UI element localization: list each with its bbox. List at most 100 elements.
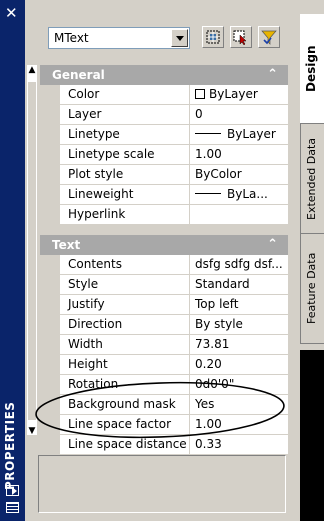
property-value[interactable]: ByLayer — [192, 125, 288, 144]
property-name: Height — [62, 355, 190, 374]
property-value[interactable]: ByLayer — [192, 85, 288, 104]
property-value-text: ByLayer — [209, 87, 258, 101]
property-name: Lineweight — [62, 185, 190, 204]
row-gutter — [40, 335, 60, 355]
property-row[interactable]: Height 0.20 — [40, 355, 288, 375]
row-gutter — [40, 415, 60, 435]
property-value[interactable]: 73.81 — [192, 335, 288, 354]
toggle-pickadd-icon — [206, 30, 220, 44]
property-value[interactable]: Top left — [192, 295, 288, 314]
select-objects-button[interactable] — [230, 26, 252, 48]
category-label: General — [52, 68, 105, 82]
scroll-down-icon[interactable]: ▼ — [27, 425, 37, 437]
property-row[interactable]: Rotation 0d0'0" — [40, 375, 288, 395]
chevron-down-icon[interactable] — [171, 29, 188, 47]
selection-combo[interactable]: MText — [48, 27, 190, 49]
linetype-sample-icon — [195, 133, 221, 134]
property-name: Style — [62, 275, 190, 294]
property-row[interactable]: Lineweight ByLa... — [40, 185, 288, 205]
row-gutter — [40, 165, 60, 185]
property-value[interactable]: 1.00 — [192, 145, 288, 164]
row-gutter — [40, 205, 60, 225]
property-value[interactable]: ByLa... — [192, 185, 288, 204]
property-row[interactable]: Linetype scale 1.00 — [40, 145, 288, 165]
row-gutter — [40, 315, 60, 335]
property-name: Rotation — [62, 375, 190, 394]
auto-hide-icon[interactable] — [6, 485, 19, 496]
property-value[interactable]: 1.00 — [192, 415, 288, 434]
property-row[interactable]: Hyperlink — [40, 205, 288, 225]
property-value[interactable]: 0d0'0" — [192, 375, 288, 394]
property-row[interactable]: Plot style ByColor — [40, 165, 288, 185]
property-value-text: ByLa... — [227, 187, 268, 201]
property-row[interactable]: Layer 0 — [40, 105, 288, 125]
property-value[interactable]: Yes — [192, 395, 288, 414]
property-row[interactable]: Contents dsfg sdfg dsf... — [40, 255, 288, 275]
palette-menu-icon[interactable] — [6, 502, 19, 513]
row-gutter — [40, 395, 60, 415]
scroll-up-icon[interactable]: ▲ — [27, 64, 37, 76]
property-value[interactable]: 0.20 — [192, 355, 288, 374]
property-value[interactable]: dsfg sdfg dsf... — [192, 255, 288, 274]
select-objects-icon — [233, 30, 247, 45]
property-row[interactable]: Line space distance 0.33 — [40, 435, 288, 455]
tab-label: Feature Data — [305, 252, 318, 325]
property-row[interactable]: Line space factor 1.00 — [40, 415, 288, 435]
collapse-icon[interactable]: ⌃ — [267, 235, 278, 255]
row-gutter — [40, 85, 60, 105]
tab-label: Extended Data — [305, 137, 318, 220]
row-gutter — [40, 105, 60, 125]
row-gutter — [40, 255, 60, 275]
tab-strip-filler — [300, 350, 324, 521]
tab-feature-data[interactable]: Feature Data — [300, 234, 324, 344]
property-name: Width — [62, 335, 190, 354]
row-gutter — [40, 435, 60, 455]
property-value[interactable]: 0 — [192, 105, 288, 124]
quick-select-icon — [261, 30, 277, 45]
property-grid: General ⌃ Color ByLayer Layer 0 Linetype ByLa… — [40, 65, 288, 455]
row-gutter — [40, 275, 60, 295]
scroll-thumb[interactable] — [28, 82, 36, 420]
property-name: Plot style — [62, 165, 190, 184]
property-value[interactable]: Standard — [192, 275, 288, 294]
property-name: Linetype scale — [62, 145, 190, 164]
category-label: Text — [52, 238, 81, 252]
toggle-pickadd-button[interactable] — [202, 26, 224, 48]
row-gutter — [40, 295, 60, 315]
property-name: Line space distance — [62, 435, 190, 454]
selection-combo-value: MText — [54, 31, 89, 45]
property-value[interactable]: By style — [192, 315, 288, 334]
property-name: Hyperlink — [62, 205, 190, 224]
category-general[interactable]: General ⌃ — [40, 65, 288, 85]
property-name: Linetype — [62, 125, 190, 144]
tab-extended-data[interactable]: Extended Data — [300, 124, 324, 234]
palette-title: PROPERTIES — [3, 401, 17, 490]
category-text[interactable]: Text ⌃ — [40, 235, 288, 255]
color-swatch-icon — [195, 89, 205, 99]
property-value[interactable]: 0.33 — [192, 435, 288, 454]
property-name: Color — [62, 85, 190, 104]
property-value[interactable]: ByColor — [192, 165, 288, 184]
property-row[interactable]: Background mask Yes — [40, 395, 288, 415]
palette-title-bar[interactable]: ✕ PROPERTIES — [0, 0, 25, 521]
row-gutter — [40, 355, 60, 375]
property-row[interactable]: Color ByLayer — [40, 85, 288, 105]
description-pane — [38, 455, 286, 513]
property-row[interactable]: Direction By style — [40, 315, 288, 335]
property-name: Line space factor — [62, 415, 190, 434]
property-row[interactable]: Width 73.81 — [40, 335, 288, 355]
property-row[interactable]: Justify Top left — [40, 295, 288, 315]
row-gutter — [40, 145, 60, 165]
linetype-sample-icon — [195, 193, 221, 194]
row-gutter — [40, 185, 60, 205]
collapse-icon[interactable]: ⌃ — [267, 65, 278, 85]
tab-design[interactable]: Design — [300, 14, 324, 124]
property-value[interactable] — [192, 205, 288, 224]
property-row[interactable]: Style Standard — [40, 275, 288, 295]
property-row[interactable]: Linetype ByLayer — [40, 125, 288, 145]
property-name: Contents — [62, 255, 190, 274]
tab-label: Design — [304, 45, 318, 92]
row-gutter — [40, 375, 60, 395]
quick-select-button[interactable] — [258, 26, 280, 48]
close-icon[interactable]: ✕ — [5, 6, 18, 21]
